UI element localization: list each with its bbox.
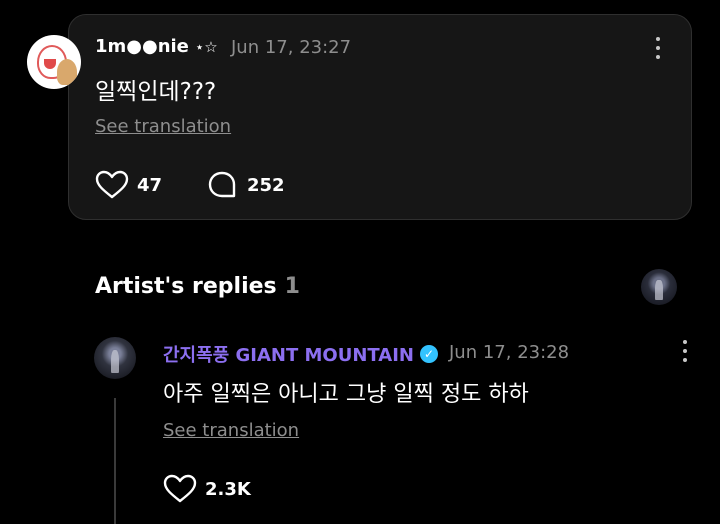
post-comment-count: 252 — [247, 174, 285, 196]
reply-author-avatar[interactable] — [94, 337, 136, 379]
artist-avatar[interactable] — [641, 269, 677, 305]
post-timestamp: Jun 17, 23:27 — [231, 37, 352, 58]
reply-see-translation-link[interactable]: See translation — [163, 420, 299, 441]
post-author-avatar[interactable] — [27, 35, 81, 89]
post-text: 일찍인데??? — [95, 79, 217, 105]
reply-author-label: 간지폭풍 GIANT MOUNTAIN — [163, 345, 414, 366]
reply-author-name[interactable]: 간지폭풍 GIANT MOUNTAIN ✓ — [163, 341, 438, 367]
post-see-translation-link[interactable]: See translation — [95, 116, 231, 137]
artist-replies-count: 1 — [284, 274, 300, 299]
post-author-decoration: ⋆☆ — [194, 37, 218, 56]
verified-badge-icon: ✓ — [420, 345, 438, 363]
reply-more-icon[interactable] — [677, 339, 693, 363]
artist-replies-title: Artist's replies — [95, 274, 277, 299]
post-author-label: 1m●●nie — [95, 36, 189, 57]
post-more-icon[interactable] — [650, 36, 666, 60]
artist-replies-header: Artist's replies 1 — [95, 274, 300, 299]
comment-thread: 1m●●nie ⋆☆ Jun 17, 23:27 일찍인데??? See tra… — [0, 0, 720, 524]
reply-timestamp: Jun 17, 23:28 — [449, 342, 570, 363]
post-like-button[interactable]: 47 — [95, 170, 162, 200]
reply-text: 아주 일찍은 아니고 그냥 일찍 정도 하하 — [163, 382, 529, 407]
reply-like-button[interactable]: 2.3K — [163, 474, 251, 504]
comment-bubble-icon — [208, 171, 236, 198]
heart-icon — [163, 474, 197, 503]
post-like-count: 47 — [137, 174, 163, 196]
post-author-name[interactable]: 1m●●nie ⋆☆ — [95, 36, 218, 57]
reply-like-count: 2.3K — [205, 478, 251, 500]
reply-thread-line — [114, 398, 116, 524]
post-comment-button[interactable]: 252 — [207, 170, 285, 200]
heart-icon — [95, 170, 129, 199]
